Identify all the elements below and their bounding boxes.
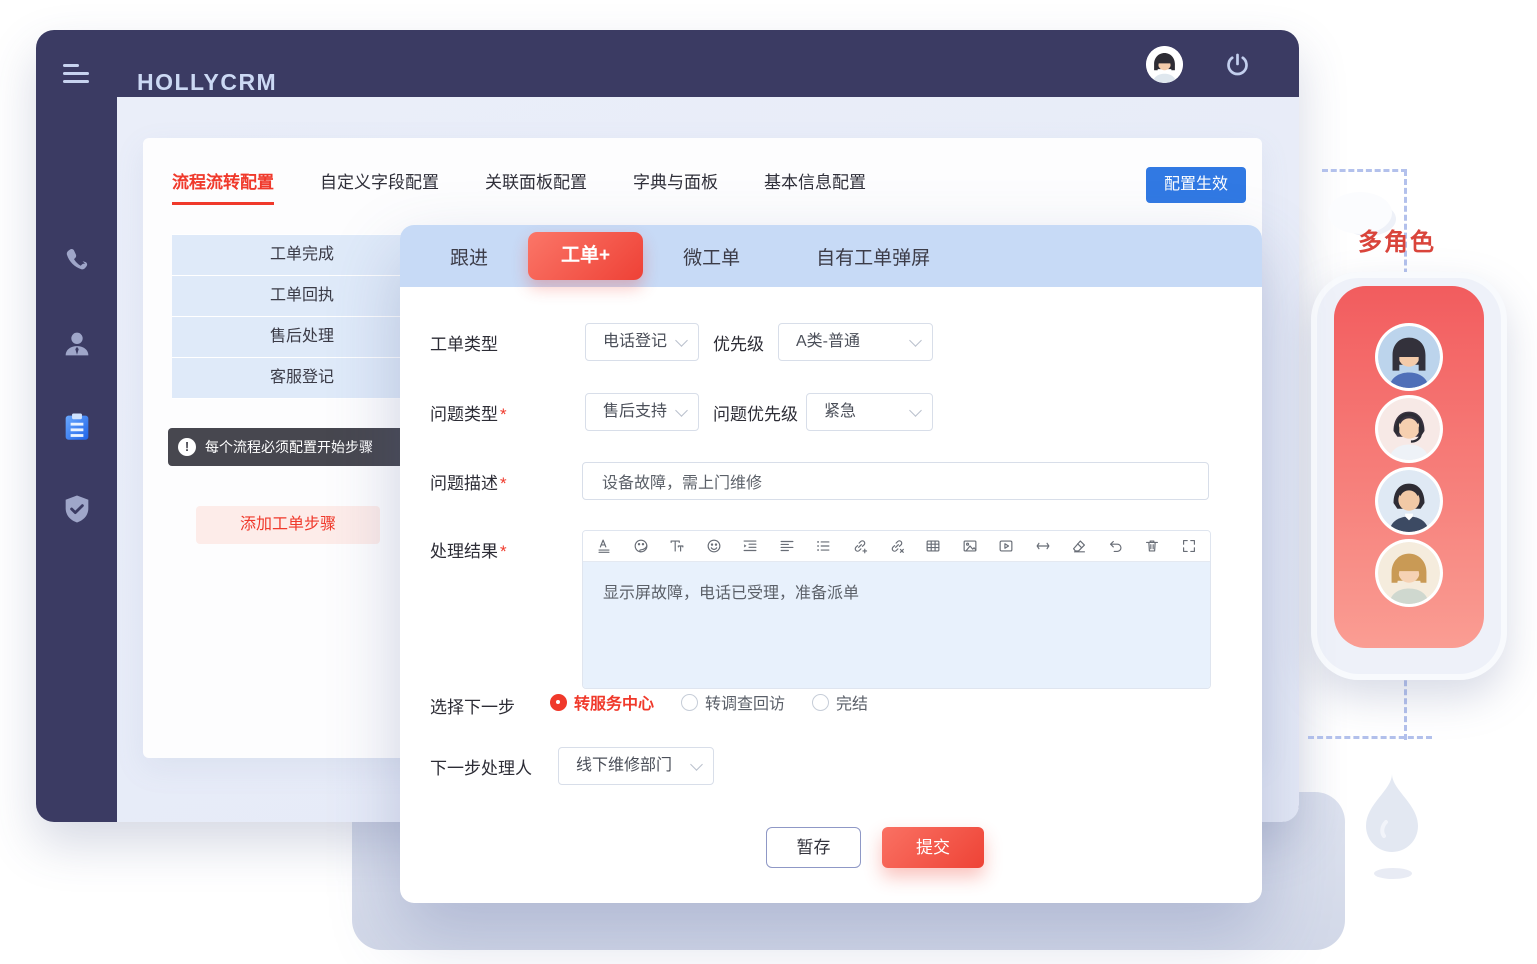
workorder-icon[interactable] <box>60 410 94 444</box>
guide-dash-line <box>1308 736 1432 739</box>
phone-icon[interactable] <box>60 243 94 277</box>
contacts-icon[interactable] <box>60 327 94 361</box>
radio-label: 完结 <box>836 690 868 714</box>
next-step-radio[interactable]: 转调查回访 <box>681 690 785 714</box>
chevron-down-icon <box>909 334 922 347</box>
chevron-down-icon <box>690 758 703 771</box>
page-tab[interactable]: 流程流转配置 <box>172 168 274 205</box>
user-avatar[interactable] <box>1146 46 1183 83</box>
security-icon[interactable] <box>60 492 94 526</box>
modal-tab-bar: 跟进 工单+ 微工单 自有工单弹屏 <box>400 225 1262 287</box>
apply-config-button[interactable]: 配置生效 <box>1146 167 1246 203</box>
ticket-type-select[interactable]: 电话登记 <box>585 323 699 361</box>
workflow-notice: ! 每个流程必须配置开始步骤 <box>168 428 416 466</box>
issue-type-select[interactable]: 售后支持 <box>585 393 699 431</box>
screen: HOLLYCRM 流程流转配置自定义字段配置关联面板配置字典与面板基本信息配 <box>0 0 1537 964</box>
rich-text-editor: 显示屏故障，电话已受理，准备派单 <box>582 530 1211 689</box>
guide-dash-line <box>1322 169 1407 172</box>
modal-tab[interactable]: 微工单 <box>683 243 740 270</box>
issue-priority-select[interactable]: 紧急 <box>806 393 933 431</box>
page-tab[interactable]: 自定义字段配置 <box>320 168 439 205</box>
font-style-icon[interactable] <box>595 537 613 555</box>
issue-desc-label: 问题描述* <box>430 469 507 494</box>
chevron-down-icon <box>675 334 688 347</box>
divider-icon[interactable] <box>1034 537 1052 555</box>
submit-button[interactable]: 提交 <box>882 827 984 868</box>
priority-label: 优先级 <box>713 330 764 355</box>
notice-text: 每个流程必须配置开始步骤 <box>205 437 373 457</box>
next-step-label: 选择下一步 <box>430 693 515 718</box>
roles-device-frame <box>1311 272 1507 680</box>
ticket-modal: 跟进 工单+ 微工单 自有工单弹屏 工单类型 电话登记 优先级 A类-普通 问题类型*… <box>400 225 1262 903</box>
radio-label: 转服务中心 <box>574 690 654 714</box>
male-agent-avatar <box>1375 467 1443 535</box>
next-step-options: 转服务中心 转调查回访 完结 <box>550 690 868 714</box>
list-icon[interactable] <box>814 537 832 555</box>
trash-icon[interactable] <box>1143 537 1161 555</box>
female-agent-avatar <box>1375 323 1443 391</box>
radio-label: 转调查回访 <box>705 690 785 714</box>
workflow-step-item[interactable]: 工单回执 <box>172 276 432 317</box>
editor-content[interactable]: 显示屏故障，电话已受理，准备派单 <box>583 562 1210 688</box>
drop-shadow <box>1374 868 1412 879</box>
next-handler-select[interactable]: 线下维修部门 <box>558 747 714 785</box>
radio-icon <box>550 694 567 711</box>
align-icon[interactable] <box>778 537 796 555</box>
menu-icon[interactable] <box>63 64 89 84</box>
add-link-icon[interactable] <box>851 537 869 555</box>
add-step-button[interactable]: 添加工单步骤 <box>196 506 380 544</box>
radio-icon <box>681 694 698 711</box>
page-tabs: 流程流转配置 自定义字段配置 关联面板配置 字典与面板 基本信息配置 <box>172 168 866 205</box>
remove-link-icon[interactable] <box>888 537 906 555</box>
blonde-agent-avatar <box>1375 539 1443 607</box>
power-icon[interactable] <box>1224 51 1251 78</box>
save-draft-button[interactable]: 暂存 <box>766 827 861 868</box>
modal-tab[interactable]: 工单+ <box>528 232 643 280</box>
next-step-radio[interactable]: 完结 <box>812 690 868 714</box>
required-asterisk: * <box>500 405 507 424</box>
result-label: 处理结果* <box>430 537 507 562</box>
ticket-type-label: 工单类型 <box>430 330 498 355</box>
page-tab[interactable]: 基本信息配置 <box>764 168 866 205</box>
chevron-down-icon <box>675 404 688 417</box>
workflow-step-item[interactable]: 工单完成 <box>172 234 432 276</box>
issue-priority-label: 问题优先级 <box>713 400 798 425</box>
next-step-radio[interactable]: 转服务中心 <box>550 690 654 714</box>
indent-icon[interactable] <box>741 537 759 555</box>
headset-agent-avatar <box>1375 395 1443 463</box>
drop-shape <box>1366 774 1418 852</box>
required-asterisk: * <box>500 474 507 493</box>
fullscreen-icon[interactable] <box>1180 537 1198 555</box>
editor-toolbar <box>583 531 1210 562</box>
palette-icon[interactable] <box>632 537 650 555</box>
workflow-step-list: 工单完成工单回执售后处理客服登记 <box>172 234 432 399</box>
roles-panel <box>1334 286 1484 648</box>
undo-icon[interactable] <box>1107 537 1125 555</box>
issue-type-label: 问题类型* <box>430 400 507 425</box>
eraser-icon[interactable] <box>1070 537 1088 555</box>
page-tab[interactable]: 关联面板配置 <box>485 168 587 205</box>
multi-role-label: 多角色 <box>1358 222 1436 257</box>
radio-icon <box>812 694 829 711</box>
app-brand: HOLLYCRM <box>137 69 277 96</box>
image-icon[interactable] <box>961 537 979 555</box>
issue-desc-input[interactable] <box>582 462 1209 500</box>
modal-tab[interactable]: 跟进 <box>450 243 488 270</box>
font-size-icon[interactable] <box>668 537 686 555</box>
required-asterisk: * <box>500 542 507 561</box>
next-handler-label: 下一步处理人 <box>430 754 532 779</box>
modal-tab[interactable]: 自有工单弹屏 <box>816 243 930 270</box>
exclamation-icon: ! <box>178 438 196 456</box>
emoji-icon[interactable] <box>705 537 723 555</box>
table-icon[interactable] <box>924 537 942 555</box>
page-tab[interactable]: 字典与面板 <box>633 168 718 205</box>
workflow-step-item[interactable]: 售后处理 <box>172 317 432 358</box>
video-icon[interactable] <box>997 537 1015 555</box>
priority-select[interactable]: A类-普通 <box>778 323 933 361</box>
chevron-down-icon <box>909 404 922 417</box>
workflow-step-item[interactable]: 客服登记 <box>172 358 432 399</box>
